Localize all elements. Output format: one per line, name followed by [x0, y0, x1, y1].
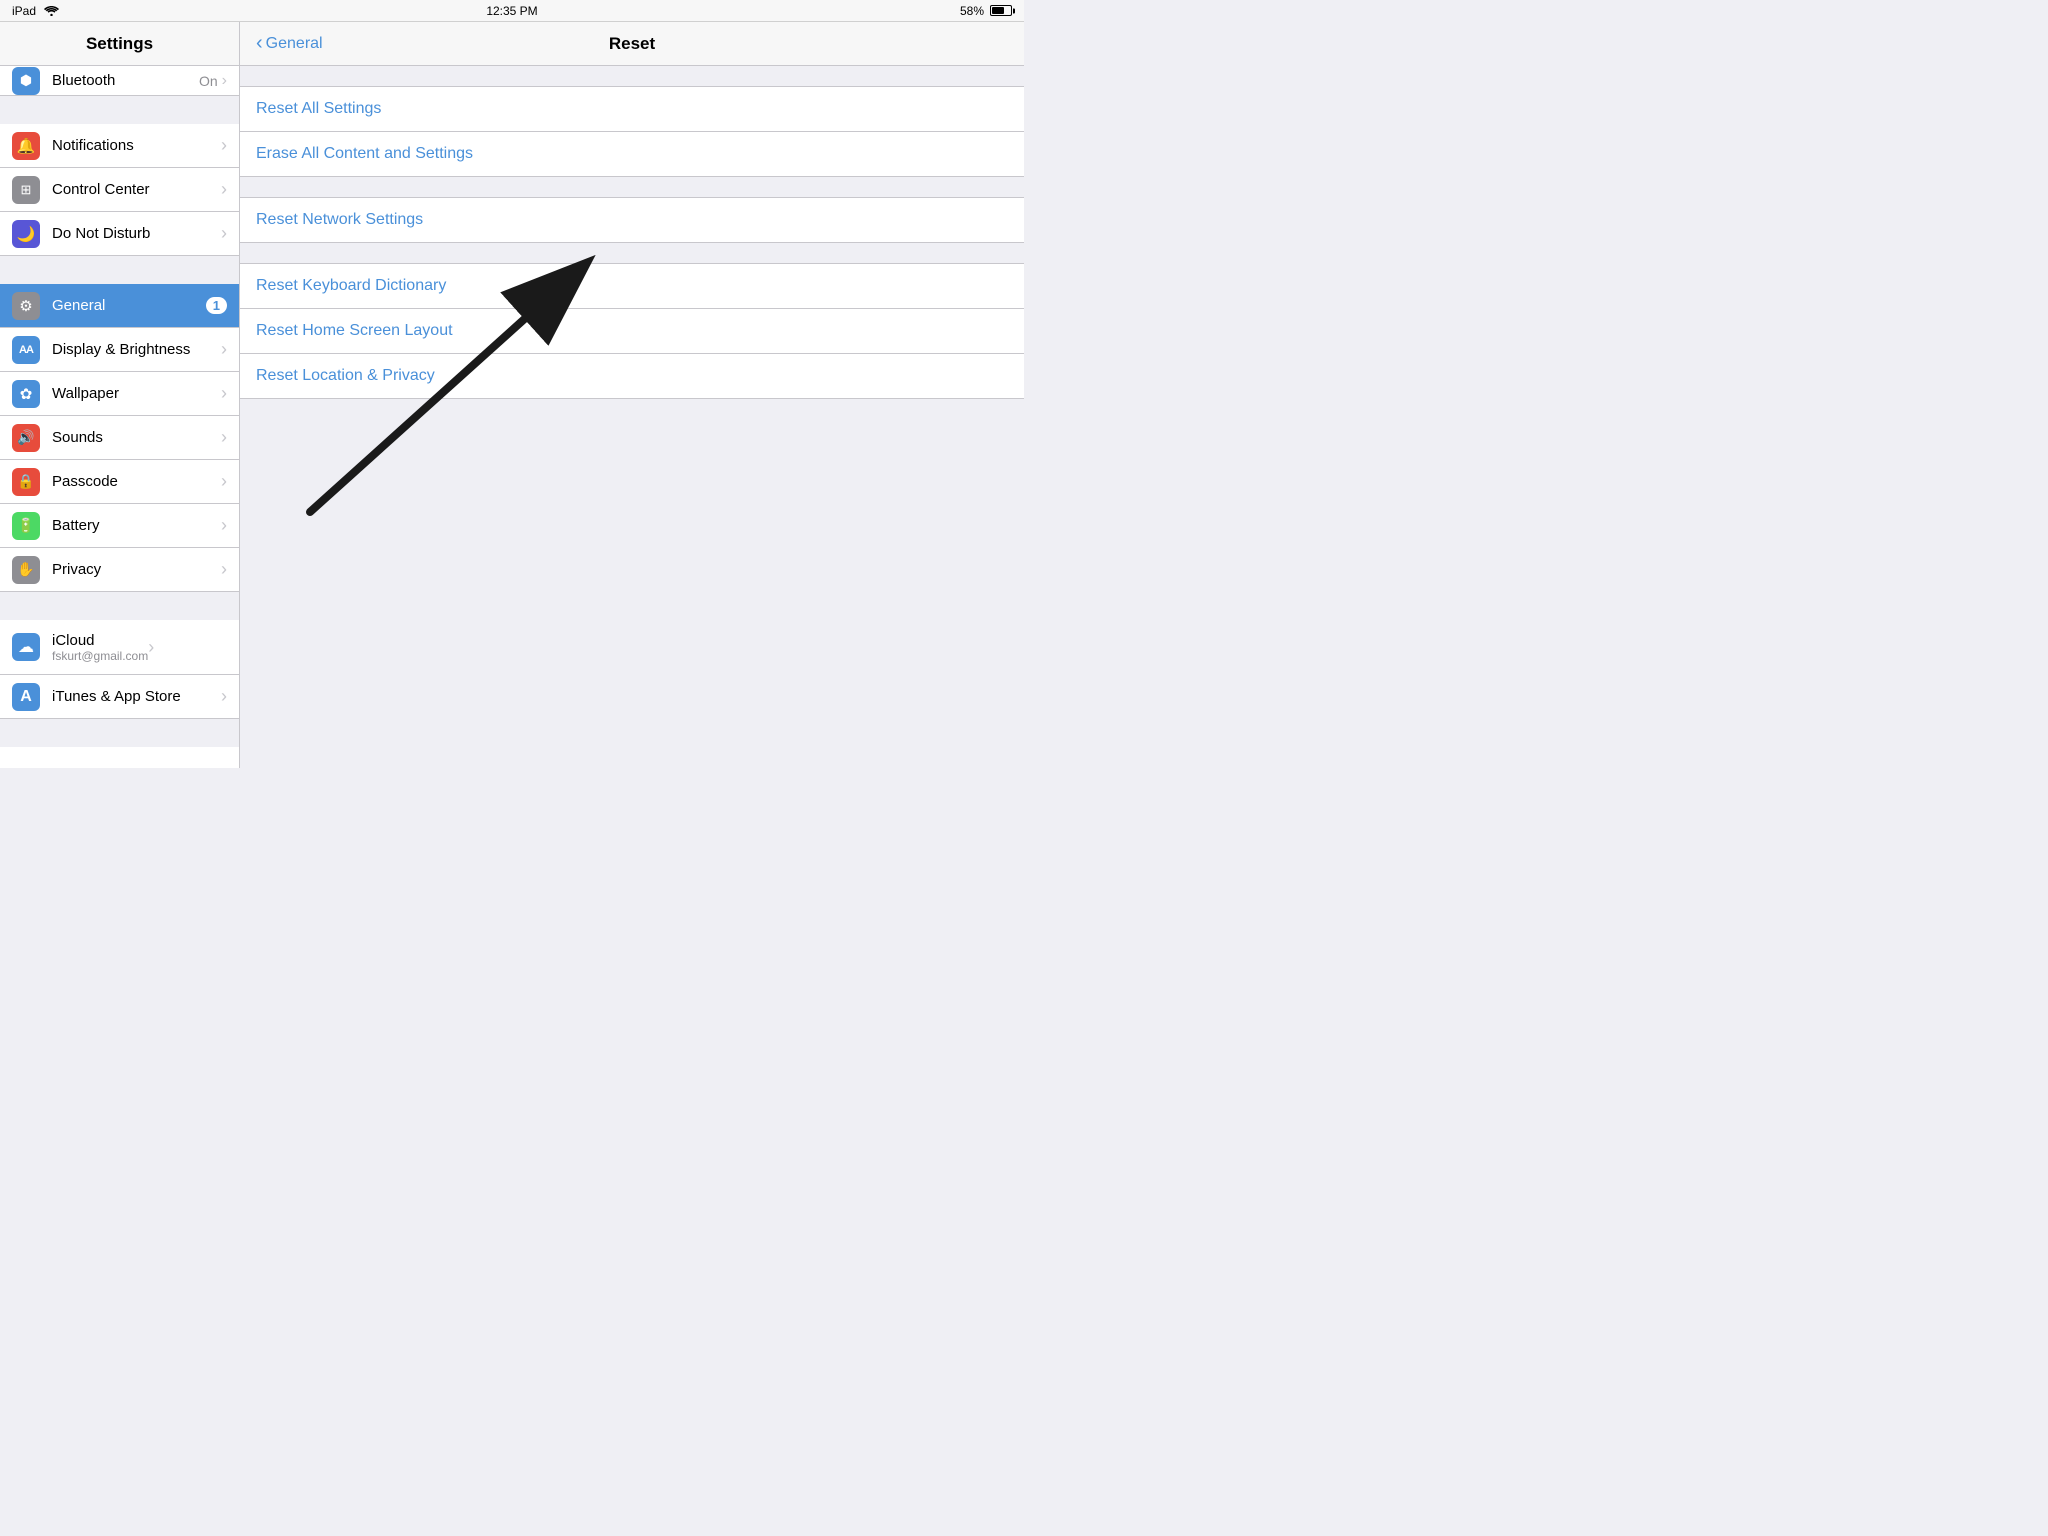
extra-item-1[interactable]	[0, 747, 239, 768]
notifications-icon: 🔔	[12, 132, 40, 160]
battery-percent: 58%	[960, 4, 984, 18]
wallpaper-label: Wallpaper	[52, 385, 221, 402]
reset-location-item[interactable]: Reset Location & Privacy	[240, 354, 1024, 398]
sidebar-item-icloud[interactable]: ☁ iCloud fskurt@gmail.com ›	[0, 620, 239, 675]
icloud-chevron: ›	[148, 637, 154, 658]
wallpaper-chevron: ›	[221, 383, 227, 404]
battery-label: Battery	[52, 517, 221, 534]
icloud-text: iCloud fskurt@gmail.com	[52, 632, 148, 663]
bluetooth-icon: ⬢	[20, 72, 32, 89]
wallpaper-icon: ✿	[12, 380, 40, 408]
sidebar-item-do-not-disturb[interactable]: 🌙 Do Not Disturb ›	[0, 212, 239, 256]
status-right: 58%	[960, 4, 1012, 18]
status-left: iPad	[12, 4, 59, 18]
wifi-icon	[44, 5, 59, 16]
appstore-icon: A	[12, 683, 40, 711]
back-label: General	[266, 35, 323, 53]
general-icon: ⚙	[12, 292, 40, 320]
sidebar-item-bluetooth[interactable]: ⬢ Bluetooth On ›	[0, 66, 239, 96]
sidebar-item-passcode[interactable]: 🔒 Passcode ›	[0, 460, 239, 504]
left-panel: Settings ⬢ Bluetooth On › 🔔 Notification…	[0, 22, 240, 768]
back-chevron-icon: ‹	[256, 33, 263, 53]
privacy-chevron: ›	[221, 559, 227, 580]
sidebar-item-appstore[interactable]: A iTunes & App Store ›	[0, 675, 239, 719]
control-center-chevron: ›	[221, 179, 227, 200]
reset-network-label: Reset Network Settings	[256, 211, 423, 228]
display-icon: AA	[12, 336, 40, 364]
reset-group-3: Reset Keyboard Dictionary Reset Home Scr…	[240, 263, 1024, 399]
section-gap-1	[0, 96, 239, 124]
passcode-icon: 🔒	[12, 468, 40, 496]
battery-chevron: ›	[221, 515, 227, 536]
sidebar-item-battery[interactable]: 🔋 Battery ›	[0, 504, 239, 548]
do-not-disturb-icon: 🌙	[12, 220, 40, 248]
reset-group-1: Reset All Settings Erase All Content and…	[240, 86, 1024, 177]
do-not-disturb-chevron: ›	[221, 223, 227, 244]
privacy-icon: ✋	[12, 556, 40, 584]
sidebar-item-control-center[interactable]: ⊞ Control Center ›	[0, 168, 239, 212]
passcode-label: Passcode	[52, 473, 221, 490]
general-label: General	[52, 297, 206, 314]
settings-list: ⬢ Bluetooth On › 🔔 Notifications › ⊞	[0, 66, 239, 768]
bluetooth-chevron: ›	[222, 72, 227, 90]
control-center-icon: ⊞	[12, 176, 40, 204]
reset-keyboard-label: Reset Keyboard Dictionary	[256, 277, 446, 294]
general-badge: 1	[206, 297, 227, 314]
reset-network-item[interactable]: Reset Network Settings	[240, 198, 1024, 242]
sidebar-item-wallpaper[interactable]: ✿ Wallpaper ›	[0, 372, 239, 416]
right-panel: ‹ General Reset Reset All Settings Erase…	[240, 22, 1024, 768]
battery-icon	[990, 5, 1012, 16]
settings-header: Settings	[0, 22, 239, 66]
back-button[interactable]: ‹ General	[256, 34, 323, 53]
sidebar-item-sounds[interactable]: 🔊 Sounds ›	[0, 416, 239, 460]
icloud-name: iCloud	[52, 632, 148, 649]
ipad-label: iPad	[12, 4, 36, 18]
passcode-chevron: ›	[221, 471, 227, 492]
reset-all-settings-item[interactable]: Reset All Settings	[240, 87, 1024, 132]
bluetooth-status: On	[199, 73, 218, 89]
reset-keyboard-item[interactable]: Reset Keyboard Dictionary	[240, 264, 1024, 309]
reset-all-settings-label: Reset All Settings	[256, 100, 381, 117]
privacy-label: Privacy	[52, 561, 221, 578]
reset-group-2: Reset Network Settings	[240, 197, 1024, 243]
reset-title: Reset	[609, 34, 655, 54]
section-gap-2	[0, 256, 239, 284]
status-time: 12:35 PM	[486, 4, 537, 18]
right-header: ‹ General Reset	[240, 22, 1024, 66]
right-content: Reset All Settings Erase All Content and…	[240, 66, 1024, 768]
bluetooth-label: Bluetooth	[52, 72, 199, 89]
do-not-disturb-label: Do Not Disturb	[52, 225, 221, 242]
reset-home-screen-item[interactable]: Reset Home Screen Layout	[240, 309, 1024, 354]
sounds-icon: 🔊	[12, 424, 40, 452]
appstore-label: iTunes & App Store	[52, 688, 221, 705]
display-label: Display & Brightness	[52, 341, 221, 358]
display-chevron: ›	[221, 339, 227, 360]
section-gap-3	[0, 592, 239, 620]
status-bar: iPad 12:35 PM 58%	[0, 0, 1024, 22]
sounds-chevron: ›	[221, 427, 227, 448]
reset-home-screen-label: Reset Home Screen Layout	[256, 322, 453, 339]
battery-settings-icon: 🔋	[12, 512, 40, 540]
appstore-chevron: ›	[221, 686, 227, 707]
notifications-chevron: ›	[221, 135, 227, 156]
icloud-email: fskurt@gmail.com	[52, 649, 148, 663]
section-gap-4	[0, 719, 239, 747]
sounds-label: Sounds	[52, 429, 221, 446]
icloud-icon: ☁	[12, 633, 40, 661]
reset-location-label: Reset Location & Privacy	[256, 367, 435, 384]
erase-all-item[interactable]: Erase All Content and Settings	[240, 132, 1024, 176]
sidebar-item-privacy[interactable]: ✋ Privacy ›	[0, 548, 239, 592]
erase-all-label: Erase All Content and Settings	[256, 145, 473, 162]
main-layout: Settings ⬢ Bluetooth On › 🔔 Notification…	[0, 22, 1024, 768]
sidebar-item-notifications[interactable]: 🔔 Notifications ›	[0, 124, 239, 168]
sidebar-item-display[interactable]: AA Display & Brightness ›	[0, 328, 239, 372]
control-center-label: Control Center	[52, 181, 221, 198]
sidebar-item-general[interactable]: ⚙ General 1	[0, 284, 239, 328]
notifications-label: Notifications	[52, 137, 221, 154]
